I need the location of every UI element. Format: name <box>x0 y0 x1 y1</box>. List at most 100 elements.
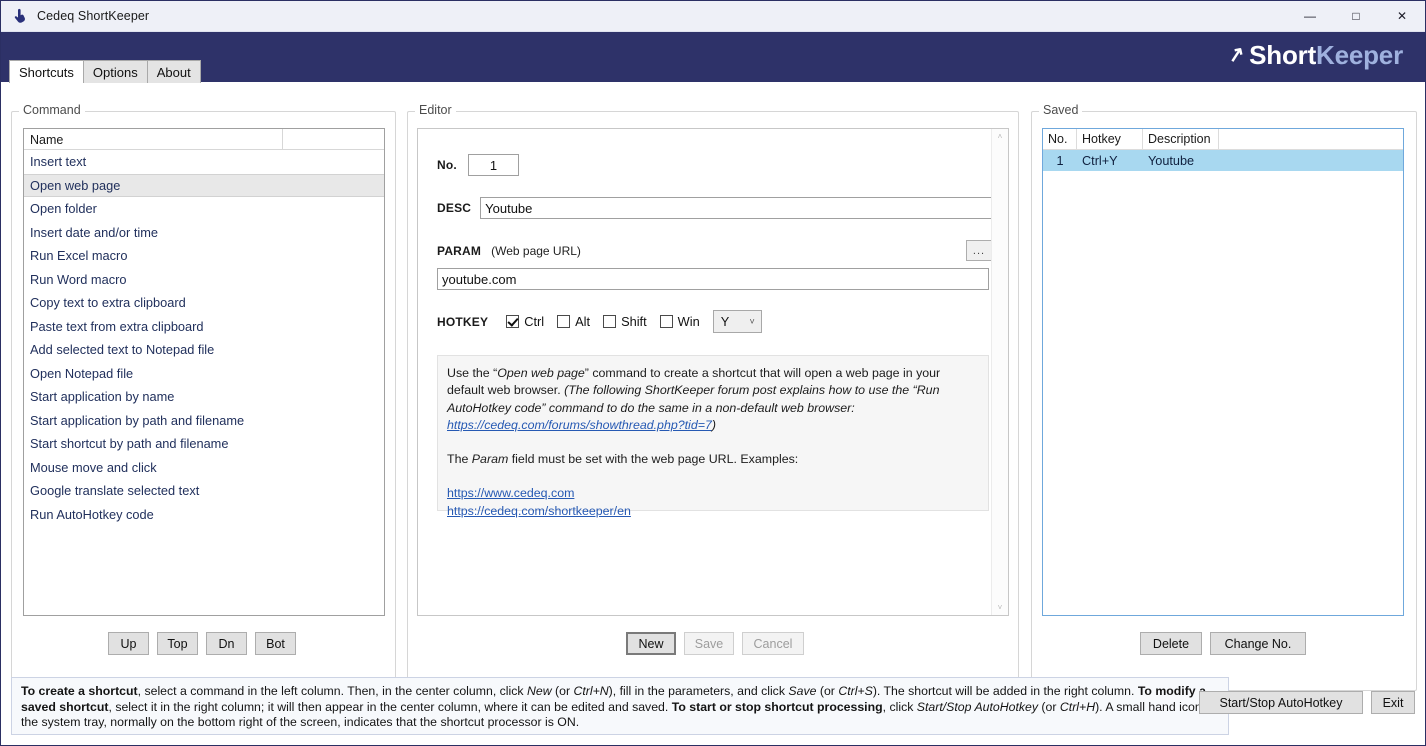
help-p1-command: Open web page <box>497 366 585 380</box>
list-item[interactable]: Open folder <box>24 197 384 221</box>
footer-buttons: Start/Stop AutoHotkey Exit <box>1199 691 1415 714</box>
window-controls: — □ ✕ <box>1287 1 1425 32</box>
tab-shortcuts[interactable]: Shortcuts <box>9 60 84 83</box>
help-p1-a: Use the “ <box>447 366 497 380</box>
command-column-spacer[interactable] <box>283 129 384 149</box>
new-button[interactable]: New <box>626 632 676 655</box>
exit-button[interactable]: Exit <box>1371 691 1415 714</box>
logo-text-short: Short <box>1249 40 1316 71</box>
move-top-button[interactable]: Top <box>157 632 198 655</box>
status-italic-ctrls: Ctrl+S <box>838 684 873 698</box>
help-p2-param: Param <box>472 452 509 466</box>
scroll-up-icon[interactable]: ˄ <box>998 129 1003 144</box>
list-item[interactable]: Run Excel macro <box>24 244 384 268</box>
status-text-4: (or <box>816 684 838 698</box>
tab-options-label: Options <box>93 65 138 80</box>
editor-action-buttons: New Save Cancel <box>626 632 804 655</box>
command-help-box: Use the “Open web page” command to creat… <box>437 355 989 511</box>
maximize-icon[interactable]: □ <box>1333 1 1379 32</box>
checkbox-icon <box>603 315 616 328</box>
scroll-down-icon[interactable]: ˅ <box>998 600 1003 615</box>
status-text-6: , select it in the right column; it will… <box>108 700 671 714</box>
saved-column-no[interactable]: No. <box>1043 129 1077 149</box>
param-hint: (Web page URL) <box>491 244 581 258</box>
modifier-alt-checkbox[interactable]: Alt <box>557 314 590 329</box>
command-list-header: Name <box>24 129 384 150</box>
window-title: Cedeq ShortKeeper <box>37 9 149 23</box>
help-example-links: https://www.cedeq.com https://cedeq.com/… <box>447 485 977 520</box>
command-column-name[interactable]: Name <box>24 129 283 149</box>
delete-button[interactable]: Delete <box>1140 632 1202 655</box>
tab-options[interactable]: Options <box>83 60 148 83</box>
no-input[interactable]: 1 <box>468 154 519 176</box>
list-item[interactable]: Insert date and/or time <box>24 221 384 245</box>
list-item[interactable]: Run Word macro <box>24 268 384 292</box>
saved-row-description: Youtube <box>1143 154 1403 168</box>
param-input[interactable]: youtube.com <box>437 268 989 290</box>
title-bar: Cedeq ShortKeeper — □ ✕ <box>1 1 1425 32</box>
close-icon[interactable]: ✕ <box>1379 1 1425 32</box>
param-browse-button[interactable]: ... <box>966 240 992 261</box>
list-item[interactable]: Run AutoHotkey code <box>24 503 384 527</box>
brand-header: ↗ Short Keeper <box>1 32 1425 82</box>
help-example-link-2[interactable]: https://cedeq.com/shortkeeper/en <box>447 504 631 518</box>
desc-field-row: DESC Youtube <box>437 197 994 219</box>
cancel-button[interactable]: Cancel <box>742 632 804 655</box>
list-item[interactable]: Open web page <box>24 174 384 198</box>
saved-column-description[interactable]: Description <box>1143 129 1219 149</box>
help-example-link-1[interactable]: https://www.cedeq.com <box>447 486 574 500</box>
tab-about[interactable]: About <box>147 60 201 83</box>
logo-text-keeper: Keeper <box>1316 40 1403 71</box>
saved-shortcuts-table[interactable]: No. Hotkey Description 1 Ctrl+Y Youtube <box>1042 128 1404 616</box>
move-down-button[interactable]: Dn <box>206 632 247 655</box>
modifier-win-checkbox[interactable]: Win <box>660 314 700 329</box>
desc-label: DESC <box>437 201 471 215</box>
list-item[interactable]: Start shortcut by path and filename <box>24 432 384 456</box>
status-text-8: (or <box>1038 700 1060 714</box>
move-up-button[interactable]: Up <box>108 632 149 655</box>
minimize-icon[interactable]: — <box>1287 1 1333 32</box>
saved-row-hotkey: Ctrl+Y <box>1077 154 1143 168</box>
modifier-ctrl-label: Ctrl <box>524 314 544 329</box>
saved-group-legend: Saved <box>1039 103 1082 117</box>
status-italic-ctrln: Ctrl+N <box>573 684 608 698</box>
desc-input[interactable]: Youtube <box>480 197 994 219</box>
status-text-1: , select a command in the left column. T… <box>138 684 527 698</box>
status-italic-new: New <box>527 684 552 698</box>
list-item[interactable]: Google translate selected text <box>24 479 384 503</box>
modifier-ctrl-checkbox[interactable]: Ctrl <box>506 314 544 329</box>
table-row[interactable]: 1 Ctrl+Y Youtube <box>1043 150 1403 171</box>
save-button[interactable]: Save <box>684 632 734 655</box>
saved-row-no: 1 <box>1043 154 1077 168</box>
editor-group: Editor No. 1 DESC Youtube PARAM (Web pag… <box>407 111 1019 691</box>
param-label: PARAM <box>437 244 481 258</box>
list-item[interactable]: Add selected text to Notepad file <box>24 338 384 362</box>
hand-pointer-icon <box>12 8 28 24</box>
saved-column-spacer[interactable] <box>1219 129 1403 149</box>
list-item[interactable]: Start application by path and filename <box>24 409 384 433</box>
saved-action-buttons: Delete Change No. <box>1140 632 1306 655</box>
change-no-button[interactable]: Change No. <box>1210 632 1306 655</box>
hotkey-key-select[interactable]: Y ˅ <box>713 310 762 333</box>
tab-about-label: About <box>157 65 191 80</box>
list-item[interactable]: Mouse move and click <box>24 456 384 480</box>
list-item[interactable]: Start application by name <box>24 385 384 409</box>
list-item[interactable]: Paste text from extra clipboard <box>24 315 384 339</box>
command-group-legend: Command <box>19 103 85 117</box>
help-forum-link[interactable]: https://cedeq.com/forums/showthread.php?… <box>447 418 712 432</box>
status-italic-save: Save <box>788 684 816 698</box>
saved-group: Saved No. Hotkey Description 1 Ctrl+Y Yo… <box>1031 111 1417 691</box>
list-item[interactable]: Copy text to extra clipboard <box>24 291 384 315</box>
command-listbox[interactable]: Name Insert text Open web page Open fold… <box>23 128 385 616</box>
list-item[interactable]: Open Notepad file <box>24 362 384 386</box>
list-item[interactable]: Insert text <box>24 150 384 174</box>
command-group: Command Name Insert text Open web page O… <box>11 111 396 691</box>
move-bottom-button[interactable]: Bot <box>255 632 296 655</box>
status-italic-ctrlh: Ctrl+H <box>1060 700 1095 714</box>
saved-column-hotkey[interactable]: Hotkey <box>1077 129 1143 149</box>
start-stop-autohotkey-button[interactable]: Start/Stop AutoHotkey <box>1199 691 1363 714</box>
editor-scrollbar[interactable]: ˄ ˅ <box>991 129 1008 615</box>
editor-pane: No. 1 DESC Youtube PARAM (Web page URL) … <box>417 128 1009 616</box>
modifier-shift-checkbox[interactable]: Shift <box>603 314 647 329</box>
app-logo: ↗ Short Keeper <box>1228 40 1403 71</box>
